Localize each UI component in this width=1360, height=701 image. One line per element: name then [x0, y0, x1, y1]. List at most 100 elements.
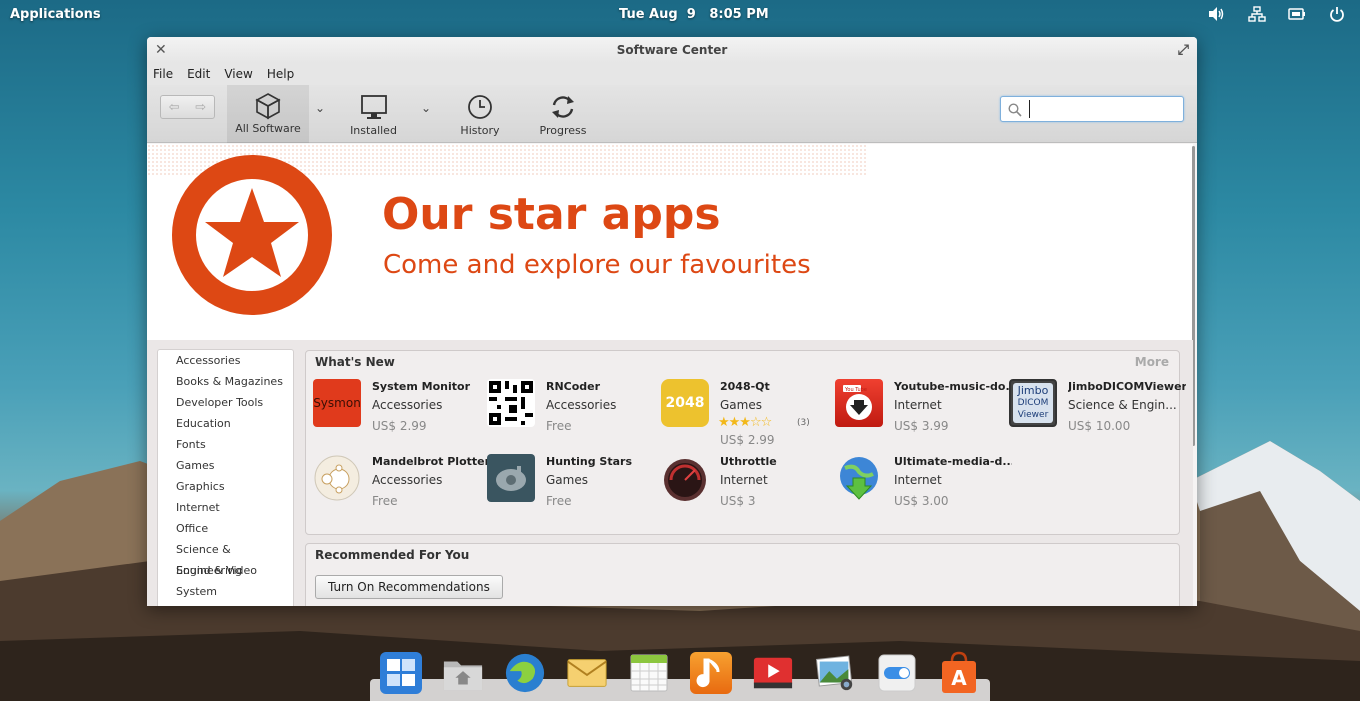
app-tile[interactable]: Mandelbrot Plotter Accessories Free — [313, 454, 490, 524]
window-title: Software Center — [616, 43, 728, 57]
app-price: US$ 3.00 — [894, 494, 949, 508]
app-price: US$ 3.99 — [894, 419, 949, 433]
category-item[interactable]: Developer Tools — [158, 392, 293, 413]
app-price: US$ 10.00 — [1068, 419, 1131, 433]
app-tile[interactable]: Ultimate-media-d... Internet US$ 3.00 — [835, 454, 1012, 524]
software-center-window: ✕ Software Center ⤢ File Edit View Help … — [147, 37, 1197, 606]
app-name: JimboDICOMViewer — [1068, 380, 1186, 393]
back-icon[interactable]: ⇦ — [169, 100, 180, 115]
lower-content: Accessories Books & Magazines Developer … — [147, 340, 1193, 606]
all-software-button[interactable]: All Software — [227, 85, 309, 143]
category-item[interactable]: Books & Magazines — [158, 371, 293, 392]
app-name: System Monitor — [372, 380, 470, 393]
category-item[interactable]: Games — [158, 455, 293, 476]
star-icon — [172, 155, 332, 315]
photos-icon[interactable] — [814, 652, 856, 694]
app-tile[interactable]: RNCoder Accessories Free — [487, 379, 659, 449]
power-icon[interactable] — [1328, 6, 1346, 22]
network-icon[interactable] — [1248, 6, 1266, 22]
app-price: Free — [546, 419, 572, 433]
category-item[interactable]: Science & Engineering — [158, 539, 293, 577]
menu-view[interactable]: View — [224, 67, 252, 81]
app-price: US$ 2.99 — [720, 433, 775, 447]
turn-on-recommendations-button[interactable]: Turn On Recommendations — [315, 575, 503, 599]
2048-icon: 2048 — [661, 379, 709, 427]
category-item[interactable]: Accessories — [158, 350, 293, 371]
app-tile[interactable]: Uthrottle Internet US$ 3 — [661, 454, 833, 524]
app-category: Accessories — [372, 473, 443, 487]
speedometer-icon — [661, 454, 709, 502]
app-name: RNCoder — [546, 380, 601, 393]
app-price: Free — [372, 494, 398, 508]
recommended-panel: Recommended For You Turn On Recommendati… — [305, 543, 1180, 606]
app-name: Mandelbrot Plotter — [372, 455, 490, 468]
rating-count: (3) — [797, 418, 810, 428]
app-price: US$ 3 — [720, 494, 756, 508]
app-category: Internet — [720, 473, 768, 487]
menubar: File Edit View Help — [147, 63, 1197, 85]
recommended-title: Recommended For You — [315, 548, 470, 562]
youtube-download-icon: You Tube — [835, 379, 883, 427]
app-category: Internet — [894, 398, 942, 412]
installed-button[interactable]: Installed — [342, 85, 405, 143]
whats-new-panel: What's New More Sysmon System Monitor Ac… — [305, 350, 1186, 535]
date-label: Tue Aug 9 — [619, 7, 696, 22]
all-software-dropdown-icon[interactable]: ⌄ — [315, 101, 325, 115]
search-field[interactable] — [1000, 96, 1184, 122]
app-tile[interactable]: 2048 2048-Qt Games ★★★☆☆ (3) US$ 2.99 — [661, 379, 833, 449]
app-category: Accessories — [372, 398, 443, 412]
calendar-icon[interactable] — [628, 652, 670, 694]
featured-banner[interactable]: Our star apps Come and explore our favou… — [147, 144, 1193, 340]
menu-file[interactable]: File — [153, 67, 173, 81]
banner-subtitle: Come and explore our favourites — [383, 250, 811, 280]
category-item[interactable]: Office — [158, 518, 293, 539]
videos-icon[interactable] — [752, 652, 794, 694]
menu-help[interactable]: Help — [267, 67, 294, 81]
dock: A — [370, 650, 990, 701]
installed-dropdown-icon[interactable]: ⌄ — [421, 101, 431, 115]
music-icon[interactable] — [690, 652, 732, 694]
app-tile[interactable]: Sysmon System Monitor Accessories US$ 2.… — [313, 379, 485, 449]
progress-button[interactable]: Progress — [535, 85, 591, 143]
clock[interactable]: Tue Aug 9 8:05 PM — [619, 7, 769, 22]
app-tile[interactable]: You Tube Youtube-music-do... Internet US… — [835, 379, 1012, 449]
installed-label: Installed — [350, 124, 397, 137]
battery-icon[interactable] — [1288, 6, 1306, 22]
category-item[interactable]: Internet — [158, 497, 293, 518]
app-name: Ultimate-media-d... — [894, 455, 1012, 468]
settings-icon[interactable] — [876, 652, 918, 694]
category-item[interactable]: Sound & Video — [158, 560, 293, 581]
spaceship-icon — [487, 454, 535, 502]
forward-icon[interactable]: ⇨ — [195, 100, 206, 115]
mail-icon[interactable] — [566, 652, 608, 694]
multitasking-view-icon[interactable] — [380, 652, 422, 694]
app-price: Free — [546, 494, 572, 508]
banner-title: Our star apps — [382, 189, 721, 240]
app-name: Hunting Stars — [546, 455, 633, 468]
toolbar: ⇦ ⇨ All Software ⌄ Installed ⌄ History P… — [147, 85, 1197, 143]
close-icon[interactable]: ✕ — [155, 37, 167, 63]
app-tile[interactable]: Jimbo DICOM Viewer JimboDICOMViewer Scie… — [1009, 379, 1186, 449]
category-item[interactable]: Graphics — [158, 476, 293, 497]
more-link[interactable]: More — [1135, 355, 1169, 369]
volume-icon[interactable] — [1208, 6, 1226, 22]
maximize-icon[interactable]: ⤢ — [1178, 37, 1189, 63]
mandelbrot-icon — [313, 454, 361, 502]
category-item[interactable]: Fonts — [158, 434, 293, 455]
history-label: History — [460, 124, 500, 137]
whats-new-title: What's New — [315, 355, 395, 369]
app-name: 2048-Qt — [720, 380, 770, 393]
category-item[interactable]: Education — [158, 413, 293, 434]
progress-label: Progress — [539, 124, 587, 137]
applications-menu[interactable]: Applications — [10, 7, 101, 22]
app-price: US$ 2.99 — [372, 419, 427, 433]
menu-edit[interactable]: Edit — [187, 67, 210, 81]
app-tile[interactable]: Hunting Stars Games Free — [487, 454, 659, 524]
history-button[interactable]: History — [452, 85, 508, 143]
category-item[interactable]: System — [158, 581, 293, 602]
web-browser-icon[interactable] — [504, 652, 546, 694]
search-input[interactable] — [1029, 100, 1179, 118]
category-list: Accessories Books & Magazines Developer … — [157, 349, 294, 606]
files-icon[interactable] — [442, 652, 484, 694]
software-center-icon[interactable]: A — [938, 651, 980, 694]
